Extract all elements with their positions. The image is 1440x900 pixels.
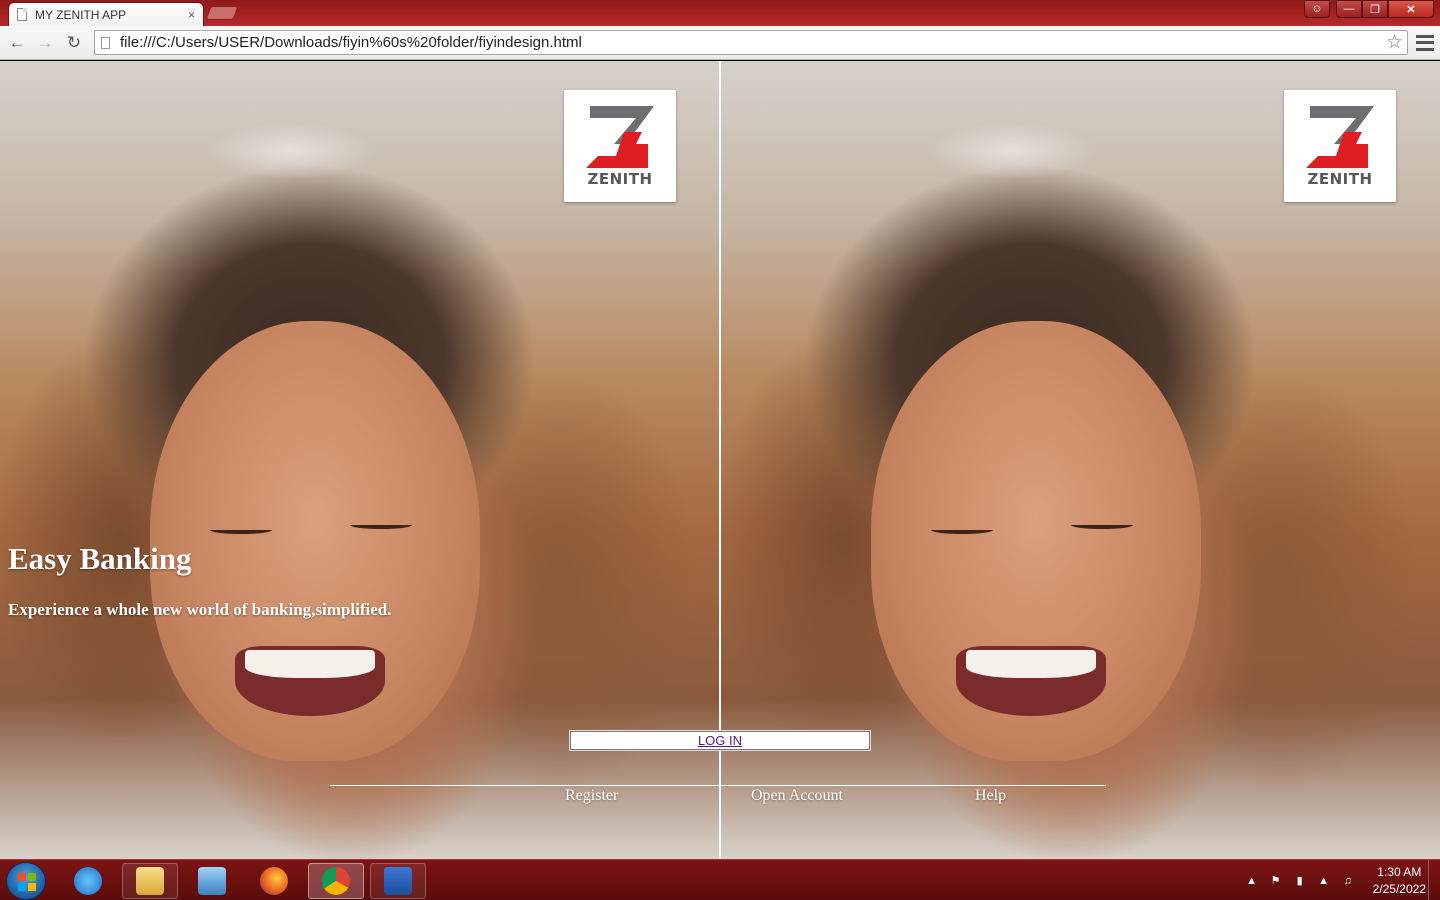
tab-title: MY ZENITH APP [35,7,127,22]
zenith-z-icon [586,106,654,168]
hamburger-menu-icon[interactable] [1416,33,1434,53]
zenith-z-icon [1306,106,1374,168]
close-window-button[interactable]: ✕ [1388,0,1434,18]
reload-icon[interactable]: ↻ [62,31,86,55]
action-center-flag-icon[interactable]: ⚑ [1269,874,1283,888]
help-link[interactable]: Help [975,787,1006,805]
tab-close-icon[interactable]: × [188,8,195,22]
logo-wordmark: ZENITH [1307,170,1373,188]
open-account-link[interactable]: Open Account [751,787,843,805]
system-tray: ▲ ⚑ ▮ ▲ ♫ 1:30 AM 2/25/2022 [1235,860,1426,900]
browser-titlebar: MY ZENITH APP × ☺ — ❐ ✕ [0,0,1440,26]
footer-divider [330,785,1106,786]
browser-tab[interactable]: MY ZENITH APP × [8,2,204,26]
clock-date: 2/25/2022 [1372,881,1426,896]
page-icon [17,8,27,21]
bookmark-star-icon[interactable]: ☆ [1386,31,1403,54]
word-icon[interactable] [370,863,426,899]
file-explorer-icon[interactable] [122,863,178,899]
user-profile-button[interactable]: ☺ [1304,0,1330,18]
zenith-logo: ZENITH [564,90,676,202]
hero-subheadline: Experience a whole new world of banking,… [8,600,392,619]
page-icon [101,36,110,49]
woman-face [871,321,1201,761]
show-desktop-button[interactable] [1428,860,1440,900]
login-button[interactable]: LOG IN [569,730,871,751]
chrome-icon[interactable] [308,863,364,899]
start-orb-icon[interactable] [6,862,46,900]
browser-toolbar: ← → ↻ file:///C:/Users/USER/Downloads/fi… [0,26,1440,60]
internet-explorer-icon[interactable] [60,863,116,899]
system-clock[interactable]: 1:30 AM 2/25/2022 [1373,864,1426,898]
woman-face [150,321,480,761]
battery-icon[interactable]: ▮ [1293,874,1307,888]
logo-wordmark: ZENITH [587,170,653,188]
network-icon[interactable]: ▲ [1317,874,1331,888]
page-viewport: ZENITH ZENITH Easy Banking Experience a … [0,61,1440,859]
hero-headline: Easy Banking [8,541,192,576]
firefox-icon[interactable] [246,863,302,899]
zenith-logo: ZENITH [1284,90,1396,202]
back-arrow-icon[interactable]: ← [5,31,29,55]
address-bar[interactable]: file:///C:/Users/USER/Downloads/fiyin%60… [94,30,1408,55]
window-controls: ☺ — ❐ ✕ [1304,0,1434,18]
media-player-icon[interactable] [184,863,240,899]
volume-icon[interactable]: ♫ [1341,874,1355,888]
new-tab-button[interactable] [205,6,239,20]
show-hidden-icons-icon[interactable]: ▲ [1245,874,1259,888]
forward-arrow-icon[interactable]: → [33,31,57,55]
minimize-button[interactable]: — [1336,0,1362,18]
windows-taskbar: ▲ ⚑ ▮ ▲ ♫ 1:30 AM 2/25/2022 [0,859,1440,900]
clock-time: 1:30 AM [1377,864,1422,879]
maximize-button[interactable]: ❐ [1362,0,1388,18]
register-link[interactable]: Register [565,787,618,805]
address-url[interactable]: file:///C:/Users/USER/Downloads/fiyin%60… [120,34,1386,51]
